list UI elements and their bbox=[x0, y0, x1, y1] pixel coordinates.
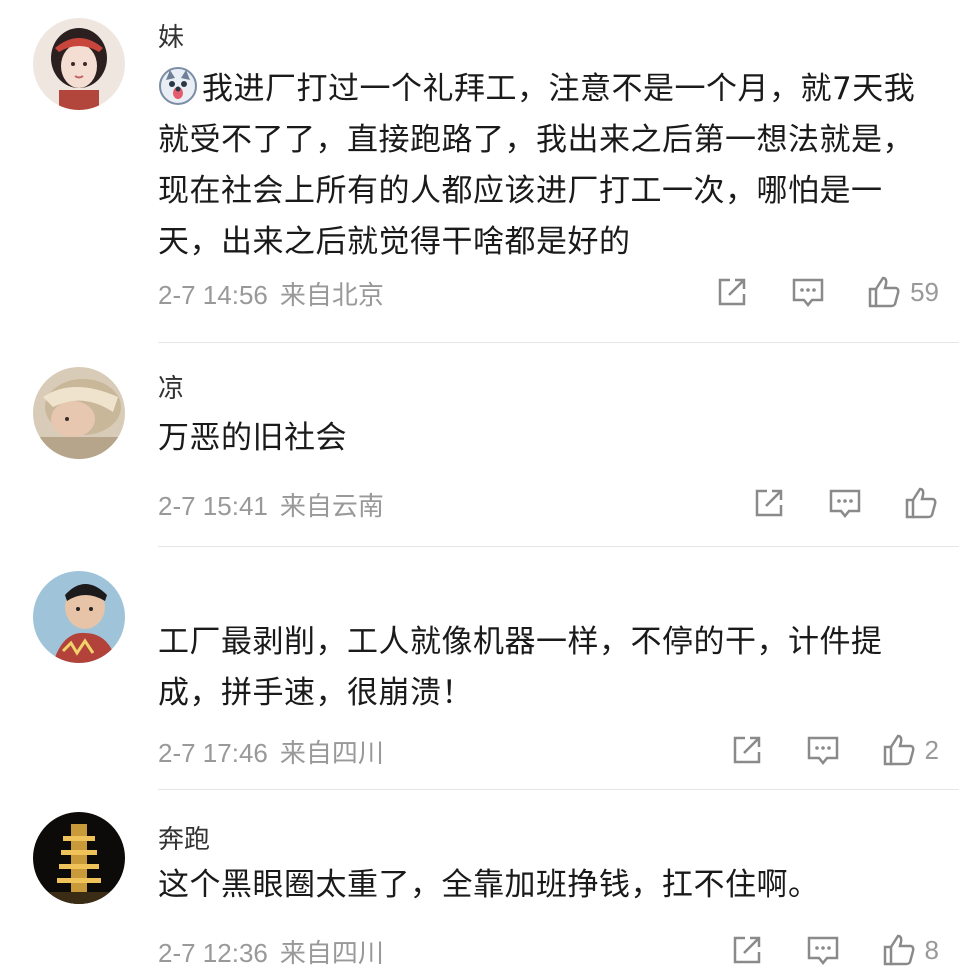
share-button[interactable] bbox=[729, 732, 765, 768]
comment-button[interactable] bbox=[805, 732, 841, 768]
avatar[interactable] bbox=[33, 18, 125, 110]
share-icon bbox=[718, 278, 746, 306]
comment-button[interactable] bbox=[790, 274, 826, 310]
comment-button[interactable] bbox=[827, 485, 863, 521]
avatar[interactable] bbox=[33, 571, 125, 663]
like-button[interactable]: 8 bbox=[881, 932, 939, 968]
thumbs-up-icon bbox=[883, 734, 915, 766]
comment-meta: 2-7 14:56 来自北京 bbox=[158, 275, 384, 312]
comment-time: 2-7 17:46 bbox=[158, 738, 268, 768]
like-count: 2 bbox=[924, 734, 939, 765]
avatar[interactable] bbox=[33, 812, 125, 904]
share-button[interactable] bbox=[714, 274, 750, 310]
thumbs-up-icon bbox=[905, 487, 937, 519]
comment-actions: 59 bbox=[674, 272, 939, 312]
thumbs-up-icon bbox=[868, 276, 900, 308]
comment-location: 来自四川 bbox=[279, 938, 384, 968]
comment-text: 这个黑眼圈太重了，全靠加班挣钱，扛不住啊。 bbox=[158, 867, 820, 903]
comment-text: 万恶的旧社会 bbox=[158, 420, 347, 456]
comment-text-content: 我进厂打过一个礼拜工，注意不是一个月，就7天我就受不了了，直接跑路了，我出来之后… bbox=[158, 71, 916, 260]
share-button[interactable] bbox=[729, 932, 765, 968]
like-button[interactable] bbox=[903, 485, 939, 521]
comment-meta: 2-7 15:41 来自云南 bbox=[158, 486, 384, 523]
comment-item: 凉 万恶的旧社会 2-7 15:41 来自云南 bbox=[0, 343, 959, 548]
comment-icon bbox=[807, 936, 838, 966]
comment-icon bbox=[792, 278, 824, 308]
comment-time: 2-7 12:36 bbox=[158, 938, 268, 968]
like-count: 8 bbox=[924, 934, 939, 965]
comment-actions: 2 bbox=[689, 730, 939, 770]
comment-actions bbox=[711, 483, 939, 523]
comment-text: 工厂最剥削，工人就像机器一样，不停的干，计件提成，拼手速，很崩溃！ bbox=[158, 624, 883, 711]
like-button[interactable]: 59 bbox=[866, 274, 939, 310]
share-icon bbox=[733, 936, 760, 964]
comment-location: 来自云南 bbox=[279, 491, 384, 521]
comment-item: 工厂最剥削，工人就像机器一样，不停的干，计件提成，拼手速，很崩溃！ 2-7 17… bbox=[0, 547, 959, 787]
comment-actions: 8 bbox=[689, 930, 939, 970]
username[interactable]: 妹 bbox=[158, 18, 184, 48]
comment-text: 我进厂打过一个礼拜工，注意不是一个月，就7天我就受不了了，直接跑路了，我出来之后… bbox=[158, 64, 938, 268]
comment-item: 妹 我进厂打过一个礼拜工，注意不是一个月，就7天我就受不了了，直接跑路了，我出来… bbox=[0, 0, 959, 340]
comment-location: 来自四川 bbox=[279, 738, 384, 768]
like-button[interactable]: 2 bbox=[881, 732, 939, 768]
username[interactable]: 凉 bbox=[158, 369, 184, 399]
comment-icon bbox=[807, 736, 838, 766]
comment-button[interactable] bbox=[805, 932, 841, 968]
comment-location: 来自北京 bbox=[279, 280, 384, 310]
husky-emoji-icon bbox=[158, 66, 198, 106]
comment-item: 奔跑 这个黑眼圈太重了，全靠加班挣钱，扛不住啊。 2-7 12:36 来自四川 8 bbox=[0, 790, 959, 978]
comment-time: 2-7 15:41 bbox=[158, 491, 268, 521]
thumbs-up-icon bbox=[883, 934, 915, 966]
comment-icon bbox=[829, 489, 861, 519]
comment-time: 2-7 14:56 bbox=[158, 280, 268, 310]
share-icon bbox=[733, 736, 760, 764]
share-icon bbox=[755, 489, 783, 517]
like-count: 59 bbox=[910, 276, 939, 307]
avatar[interactable] bbox=[33, 367, 125, 459]
share-button[interactable] bbox=[751, 485, 787, 521]
comment-meta: 2-7 12:36 来自四川 bbox=[158, 933, 384, 970]
comment-meta: 2-7 17:46 来自四川 bbox=[158, 733, 384, 770]
username[interactable]: 奔跑 bbox=[158, 820, 210, 850]
